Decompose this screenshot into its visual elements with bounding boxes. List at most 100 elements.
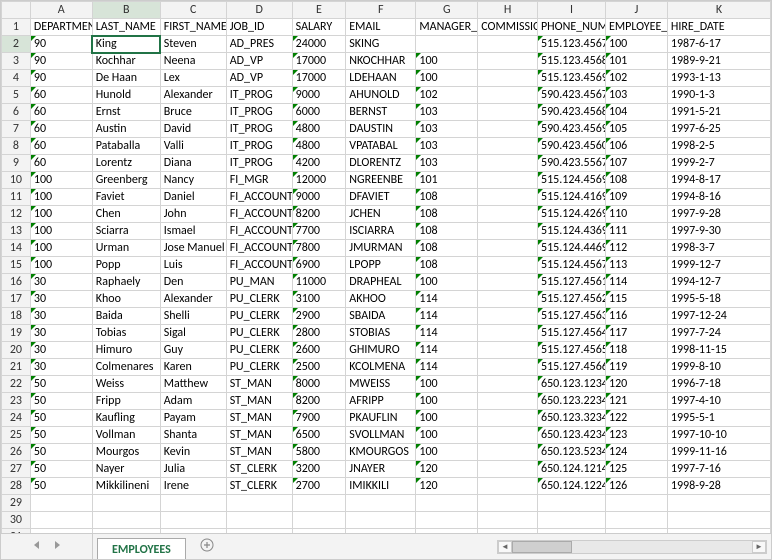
cell[interactable]: 50	[30, 478, 92, 495]
cell[interactable]: 102	[416, 87, 478, 104]
cell[interactable]: Faviet	[92, 189, 160, 206]
cell[interactable]	[606, 529, 668, 534]
cell[interactable]: Kaufling	[92, 410, 160, 427]
cell[interactable]: 515.127.4565	[537, 342, 605, 359]
column-header-I[interactable]: I	[537, 2, 605, 19]
row-header[interactable]: 24	[2, 410, 31, 427]
cell[interactable]: 101	[606, 53, 668, 70]
cell[interactable]: 8200	[292, 206, 346, 223]
cell[interactable]: 100	[606, 36, 668, 53]
cell[interactable]	[30, 512, 92, 529]
cell[interactable]: 17000	[292, 53, 346, 70]
cell[interactable]: IMIKKILI	[346, 478, 416, 495]
cell[interactable]: John	[160, 206, 226, 223]
cell[interactable]: 114	[416, 342, 478, 359]
cell[interactable]: Hunold	[92, 87, 160, 104]
cell[interactable]	[478, 70, 538, 87]
cell[interactable]: ISCIARRA	[346, 223, 416, 240]
cell[interactable]	[160, 512, 226, 529]
cell[interactable]: 515.124.4469	[537, 240, 605, 257]
cell[interactable]: 1989-9-21	[667, 53, 770, 70]
cell[interactable]: 515.127.4562	[537, 291, 605, 308]
cell[interactable]	[478, 257, 538, 274]
cell[interactable]: GHIMURO	[346, 342, 416, 359]
row-header[interactable]: 11	[2, 189, 31, 206]
cell[interactable]: MANAGER_ID	[416, 19, 478, 36]
cell[interactable]	[346, 512, 416, 529]
cell[interactable]: 60	[30, 155, 92, 172]
cell[interactable]: 100	[416, 376, 478, 393]
cell[interactable]	[478, 223, 538, 240]
cell[interactable]: FI_ACCOUNT	[226, 223, 292, 240]
cell[interactable]	[478, 529, 538, 534]
cell[interactable]: Mikkilineni	[92, 478, 160, 495]
cell[interactable]	[30, 495, 92, 512]
cell[interactable]: 100	[30, 206, 92, 223]
cell[interactable]: 2700	[292, 478, 346, 495]
cell[interactable]: 8200	[292, 393, 346, 410]
row-header[interactable]: 17	[2, 291, 31, 308]
cell[interactable]: 515.123.4568	[537, 53, 605, 70]
cell[interactable]: 114	[416, 291, 478, 308]
cell[interactable]: IT_PROG	[226, 155, 292, 172]
cell[interactable]: 118	[606, 342, 668, 359]
cell[interactable]: 30	[30, 291, 92, 308]
cell[interactable]: 515.127.4564	[537, 325, 605, 342]
cell[interactable]: JNAYER	[346, 461, 416, 478]
cell[interactable]: 50	[30, 393, 92, 410]
cell[interactable]: 108	[606, 172, 668, 189]
cell[interactable]: 4200	[292, 155, 346, 172]
cell[interactable]: FI_MGR	[226, 172, 292, 189]
cell[interactable]	[226, 495, 292, 512]
row-header[interactable]: 30	[2, 512, 31, 529]
cell[interactable]: 515.127.4566	[537, 359, 605, 376]
cell[interactable]: 120	[606, 376, 668, 393]
cell[interactable]: 50	[30, 410, 92, 427]
row-header[interactable]: 8	[2, 138, 31, 155]
cell[interactable]: MWEISS	[346, 376, 416, 393]
cell[interactable]: LDEHAAN	[346, 70, 416, 87]
cell[interactable]: Luis	[160, 257, 226, 274]
triangle-left-icon[interactable]	[32, 540, 42, 554]
cell[interactable]: 100	[30, 223, 92, 240]
cell[interactable]: 100	[416, 393, 478, 410]
cell[interactable]: 8000	[292, 376, 346, 393]
cell[interactable]: Ismael	[160, 223, 226, 240]
scroll-right-button[interactable]: ►	[752, 541, 766, 553]
cell[interactable]	[478, 172, 538, 189]
row-header[interactable]: 27	[2, 461, 31, 478]
cell[interactable]	[478, 240, 538, 257]
cell[interactable]: 1999-11-16	[667, 444, 770, 461]
grid-area[interactable]: ABCDEFGHIJK 1DEPARTMENT_IDLAST_NAMEFIRST…	[1, 1, 771, 533]
cell[interactable]: 103	[416, 121, 478, 138]
cell[interactable]: Steven	[160, 36, 226, 53]
cell[interactable]: 100	[416, 427, 478, 444]
cell[interactable]: Lex	[160, 70, 226, 87]
cell[interactable]	[478, 291, 538, 308]
row-header[interactable]: 1	[2, 19, 31, 36]
cell[interactable]: 101	[416, 172, 478, 189]
cell[interactable]: 60	[30, 87, 92, 104]
cell[interactable]: 120	[416, 461, 478, 478]
cell[interactable]: ST_CLERK	[226, 461, 292, 478]
cell[interactable]: 4800	[292, 138, 346, 155]
cell[interactable]	[478, 410, 538, 427]
cell[interactable]	[478, 495, 538, 512]
cell[interactable]: 515.124.4169	[537, 189, 605, 206]
row-header[interactable]: 7	[2, 121, 31, 138]
row-header[interactable]: 26	[2, 444, 31, 461]
cell[interactable]	[292, 495, 346, 512]
cell[interactable]: Popp	[92, 257, 160, 274]
cell[interactable]: Austin	[92, 121, 160, 138]
row-header[interactable]: 19	[2, 325, 31, 342]
cell[interactable]	[478, 206, 538, 223]
cell[interactable]	[478, 104, 538, 121]
cell[interactable]: 30	[30, 308, 92, 325]
select-all-corner[interactable]	[2, 2, 31, 19]
cell[interactable]: 50	[30, 444, 92, 461]
cell[interactable]: 100	[416, 410, 478, 427]
cell[interactable]: AD_PRES	[226, 36, 292, 53]
cell[interactable]: 1994-8-16	[667, 189, 770, 206]
tab-nav-buttons[interactable]	[1, 534, 93, 559]
cell[interactable]	[478, 427, 538, 444]
